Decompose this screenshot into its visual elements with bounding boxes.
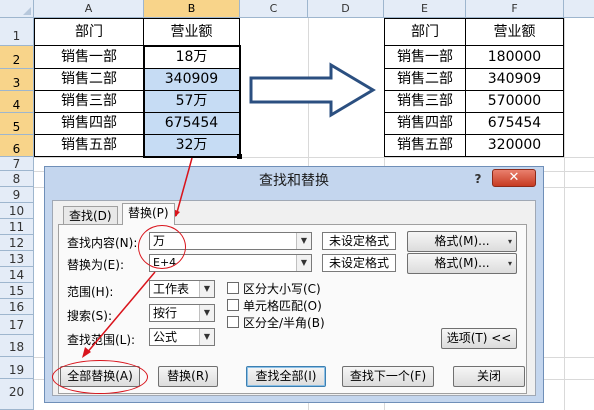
search-label: 搜索(S):: [67, 309, 113, 323]
options-button[interactable]: 选项(T) <<: [441, 328, 517, 349]
chevron-down-icon: ▼: [199, 329, 214, 345]
scope-value: 工作表: [153, 282, 190, 296]
close-button[interactable]: 关闭: [453, 366, 525, 387]
replace-button[interactable]: 替换(R): [158, 366, 218, 387]
match-entire-cell-label: 单元格匹配(O): [243, 299, 322, 313]
search-select[interactable]: 按行 ▼: [149, 304, 215, 322]
close-icon[interactable]: ✕: [492, 169, 536, 187]
scope-label: 范围(H):: [67, 285, 114, 299]
chevron-down-icon: ▼: [199, 281, 214, 297]
chevron-down-icon: ▼: [199, 305, 214, 321]
replace-with-label: 替换为(E):: [67, 258, 124, 272]
look-in-value: 公式: [153, 330, 178, 344]
look-in-select[interactable]: 公式 ▼: [149, 328, 215, 346]
tab-find[interactable]: 查找(D): [63, 206, 118, 225]
match-entire-cell-checkbox[interactable]: [227, 299, 239, 311]
find-what-label: 查找内容(N):: [67, 236, 138, 250]
dialog-title: 查找和替换: [259, 173, 329, 189]
find-next-button[interactable]: 查找下一个(F): [342, 366, 434, 387]
find-format-button[interactable]: 格式(M)... ▾: [407, 231, 517, 252]
find-format-preview: 未设定格式: [322, 232, 396, 250]
replace-format-preview: 未设定格式: [322, 254, 396, 272]
help-button[interactable]: ?: [471, 171, 485, 187]
replace-format-button-label: 格式(M)...: [434, 256, 490, 270]
find-format-button-label: 格式(M)...: [434, 234, 490, 248]
find-all-button[interactable]: 查找全部(I): [246, 366, 326, 387]
match-case-label: 区分大小写(C): [243, 282, 321, 296]
search-value: 按行: [153, 306, 178, 320]
look-in-label: 查找范围(L):: [67, 333, 136, 347]
scope-select[interactable]: 工作表 ▼: [149, 280, 215, 298]
chevron-down-icon[interactable]: ▼: [296, 233, 311, 249]
annotation-circle-find-replace: [138, 225, 186, 269]
tab-replace[interactable]: 替换(P): [122, 203, 175, 225]
match-byte-label: 区分全/半角(B): [243, 316, 325, 330]
chevron-down-icon[interactable]: ▼: [296, 255, 311, 271]
chevron-down-icon: ▾: [507, 237, 512, 246]
annotation-circle-replace-all: [52, 360, 148, 394]
match-case-checkbox[interactable]: [227, 282, 239, 294]
match-byte-checkbox[interactable]: [227, 316, 239, 328]
chevron-down-icon: ▾: [507, 259, 512, 268]
replace-format-button[interactable]: 格式(M)... ▾: [407, 253, 517, 274]
